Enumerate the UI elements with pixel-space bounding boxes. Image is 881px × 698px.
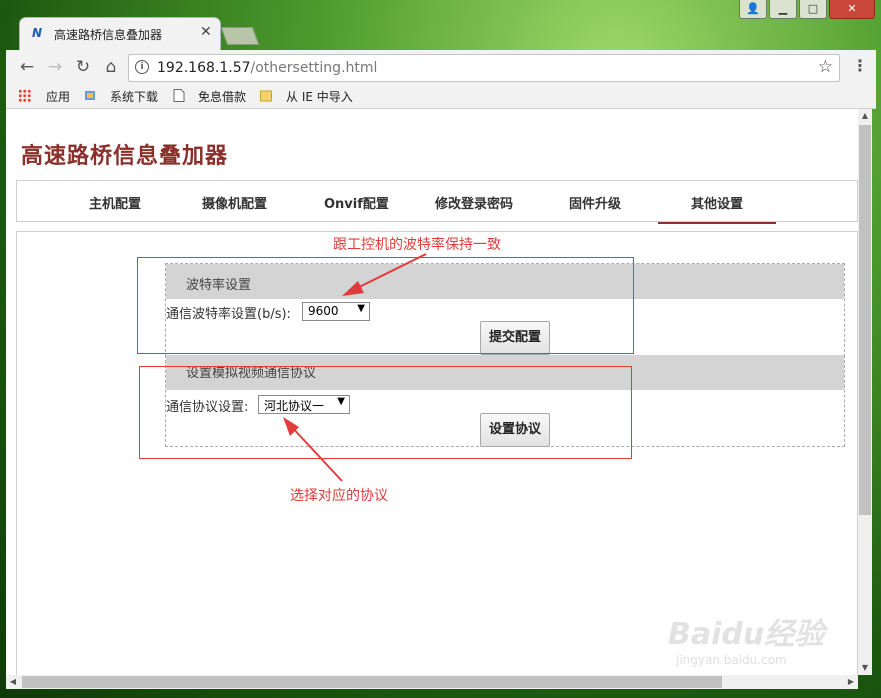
page-viewport: 高速路桥信息叠加器 主机配置 摄像机配置 Onvif配置 修改登录密码 固件升级… bbox=[6, 109, 858, 675]
horizontal-scrollbar[interactable]: ◀ ▶ bbox=[6, 675, 858, 689]
page-icon bbox=[173, 89, 185, 102]
system-download-icon bbox=[85, 91, 95, 100]
browser-toolbar: ← → ↻ ⌂ i 192.168.1.57/othersetting.html… bbox=[6, 50, 876, 84]
scroll-left-icon[interactable]: ◀ bbox=[6, 675, 20, 689]
tab-title: 高速路桥信息叠加器 bbox=[54, 28, 163, 42]
bookmark-free-loan[interactable]: 免息借款 bbox=[198, 88, 246, 105]
scroll-right-icon[interactable]: ▶ bbox=[844, 675, 858, 689]
scroll-up-icon[interactable]: ▲ bbox=[858, 109, 872, 123]
info-icon[interactable]: i bbox=[135, 60, 149, 74]
bookmark-star-icon[interactable]: ☆ bbox=[818, 57, 833, 77]
arrow-to-protocol-select bbox=[288, 423, 343, 482]
apps-grid-icon[interactable] bbox=[18, 89, 31, 102]
url-text[interactable]: 192.168.1.57/othersetting.html bbox=[157, 60, 377, 76]
forward-arrow-icon[interactable]: → bbox=[44, 56, 66, 78]
baidu-watermark-logo: Baidu经验 bbox=[668, 617, 825, 652]
tab-strip: N 高速路桥信息叠加器 ✕ bbox=[6, 0, 876, 50]
annotation-arrows bbox=[283, 253, 427, 482]
horizontal-scroll-thumb[interactable] bbox=[22, 676, 722, 688]
tab-close-icon[interactable]: ✕ bbox=[200, 24, 212, 40]
bookmark-apps[interactable]: 应用 bbox=[46, 88, 70, 105]
vertical-scroll-thumb[interactable] bbox=[859, 125, 871, 515]
baidu-watermark-url: jingyan.baidu.com bbox=[676, 653, 787, 667]
reload-icon[interactable]: ↻ bbox=[72, 56, 94, 78]
bookmark-system-download[interactable]: 系统下载 bbox=[110, 88, 158, 105]
bookmarks-bar: 应用 系统下载 免息借款 从 IE 中导入 bbox=[6, 84, 876, 109]
folder-icon bbox=[260, 90, 272, 102]
home-icon[interactable]: ⌂ bbox=[100, 56, 122, 78]
arrow-head-baud bbox=[342, 281, 364, 296]
browser-menu-icon[interactable]: ⋮ bbox=[852, 56, 868, 75]
site-favicon-icon: N bbox=[32, 26, 43, 40]
back-arrow-icon[interactable]: ← bbox=[16, 56, 38, 78]
scroll-down-icon[interactable]: ▼ bbox=[858, 661, 872, 675]
bookmark-import-ie[interactable]: 从 IE 中导入 bbox=[286, 88, 353, 105]
browser-tab[interactable]: N 高速路桥信息叠加器 ✕ bbox=[20, 18, 220, 50]
new-tab-button[interactable] bbox=[220, 27, 260, 45]
address-bar[interactable]: i 192.168.1.57/othersetting.html ☆ bbox=[128, 54, 840, 82]
vertical-scrollbar[interactable]: ▲ ▼ bbox=[858, 109, 872, 675]
